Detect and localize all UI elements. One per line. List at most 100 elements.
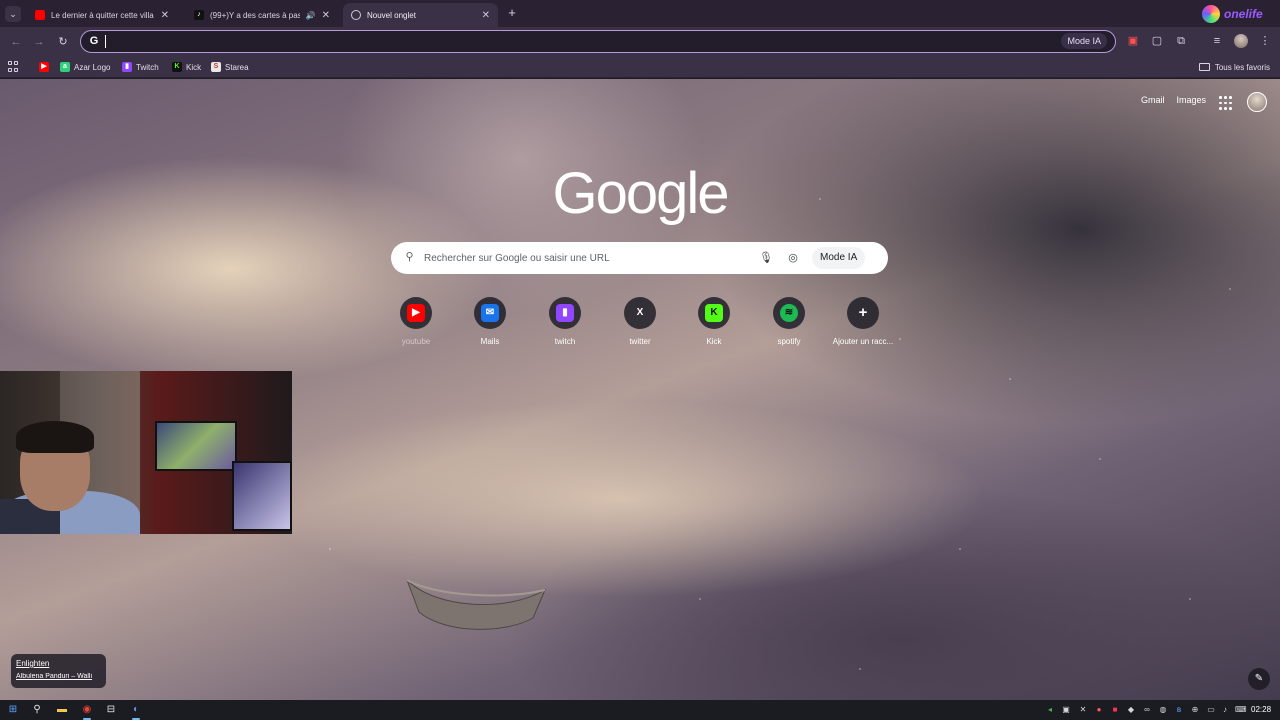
tray-gamepad-icon[interactable]: ◆	[1126, 703, 1136, 717]
tray-monitor-icon[interactable]: ▣	[1061, 703, 1071, 717]
windows-start-icon[interactable]: ⊞	[6, 703, 20, 717]
tab-title: Le dernier à quitter cette villa p	[51, 10, 155, 20]
extension-red-icon[interactable]: ▣	[1126, 34, 1140, 48]
google-logo: Google	[552, 161, 729, 226]
bookmark-label: Starea	[225, 62, 249, 72]
volume-icon[interactable]: ♪	[1220, 703, 1230, 717]
now-playing-widget[interactable]: Enlighten Albulena Panduri – Walli	[11, 654, 106, 688]
shortcut-twitch[interactable]: ▮ twitch	[528, 297, 602, 357]
google-account-avatar[interactable]	[1247, 92, 1267, 112]
taskbar-clock[interactable]: 02:28	[1251, 703, 1271, 717]
twitch-icon: ▮	[122, 62, 132, 72]
tray-display-icon[interactable]: ▭	[1206, 703, 1216, 717]
address-bar[interactable]: G Mode IA	[80, 30, 1116, 53]
bookmark-starea[interactable]: S Starea	[211, 60, 249, 74]
new-tab-button[interactable]: +	[505, 5, 519, 21]
shortcut-label: spotify	[777, 337, 801, 346]
shortcut-youtube[interactable]: ▶ youtube	[379, 297, 453, 357]
shortcut-tile: +	[847, 297, 879, 329]
tray-record-icon[interactable]: ■	[1110, 703, 1120, 717]
forward-icon[interactable]: →	[31, 34, 47, 50]
back-icon[interactable]: ←	[8, 34, 24, 50]
outlook-icon: ✉	[481, 304, 499, 322]
discord-icon[interactable]: ◐	[129, 703, 143, 720]
google-g-icon: G	[89, 35, 99, 47]
address-input[interactable]	[107, 33, 1007, 50]
tab-tiktok[interactable]: ♪ (99+)Y a des cartes à pas sa 🔊 ✕	[186, 3, 338, 27]
tray-network-icon[interactable]: ⊕	[1190, 703, 1200, 717]
google-lens-icon[interactable]: ◎	[786, 251, 800, 265]
brand-blob-icon	[1202, 5, 1220, 23]
extensions-puzzle-icon[interactable]: ⧉	[1174, 34, 1188, 48]
extension-grey-icon[interactable]: ▢	[1150, 34, 1164, 48]
close-icon[interactable]: ✕	[482, 10, 490, 21]
shortcut-tile: K	[698, 297, 730, 329]
menu-kebab-icon[interactable]: ⋮	[1258, 34, 1272, 48]
all-favorites-button[interactable]: Tous les favoris	[1198, 60, 1270, 74]
reading-list-icon[interactable]: ≡	[1210, 34, 1224, 48]
bookmark-kick[interactable]: K Kick	[172, 60, 201, 74]
tiktok-icon: ♪	[194, 10, 204, 20]
search-icon[interactable]: ⚲	[30, 703, 44, 717]
mode-ia-search-button[interactable]: Mode IA	[812, 247, 866, 269]
shortcut-label: Ajouter un racc...	[832, 337, 894, 346]
google-search-box[interactable]: ⚲ 🎙 ◎ Mode IA	[391, 242, 888, 274]
shortcut-kick[interactable]: K Kick	[677, 297, 751, 357]
close-icon[interactable]: ✕	[161, 10, 169, 21]
images-link[interactable]: Images	[1177, 95, 1207, 105]
profile-avatar[interactable]	[1234, 34, 1248, 48]
tray-tool-icon[interactable]: ✕	[1078, 703, 1088, 717]
text-caret	[105, 35, 106, 48]
webcam-overlay	[0, 371, 292, 534]
close-icon[interactable]: ✕	[322, 10, 330, 21]
starea-icon: S	[211, 62, 221, 72]
twitch-icon: ▮	[556, 304, 574, 322]
task-view-icon[interactable]: ⊟	[104, 703, 118, 717]
shortcut-mails[interactable]: ✉ Mails	[453, 297, 527, 357]
tab-youtube[interactable]: Le dernier à quitter cette villa p ✕	[27, 3, 177, 27]
x-icon: X	[636, 307, 644, 318]
bookmark-label: Kick	[186, 62, 202, 72]
bookmarks-bar: ▶ a Azar Logo ▮ Twitch K Kick S Starea T…	[0, 56, 1280, 78]
shortcut-tile: ≋	[773, 297, 805, 329]
shortcut-tile: ▮	[549, 297, 581, 329]
tab-nouvel-onglet[interactable]: Nouvel onglet ✕	[343, 3, 498, 27]
song-title[interactable]: Enlighten	[16, 659, 101, 668]
file-explorer-icon[interactable]: ▬	[55, 703, 69, 717]
shortcut-tile: ✉	[474, 297, 506, 329]
shortcut-label: Mails	[480, 337, 500, 346]
tray-mic-off-icon[interactable]: ●	[1094, 703, 1104, 717]
youtube-icon: ▶	[407, 304, 425, 322]
brand-logo: onelife	[1202, 5, 1274, 23]
microphone-icon[interactable]: 🎙	[759, 251, 773, 265]
bookmark-label: Azar Logo	[74, 62, 111, 72]
customize-pencil-icon[interactable]: ✎	[1248, 668, 1270, 690]
apps-grid-icon[interactable]	[8, 61, 19, 72]
tray-security-icon[interactable]: ◍	[1158, 703, 1168, 717]
chrome-icon[interactable]: ◉	[80, 703, 94, 720]
song-artist[interactable]: Albulena Panduri – Walli	[16, 673, 101, 680]
mode-ia-button[interactable]: Mode IA	[1061, 33, 1107, 49]
bookmark-twitch[interactable]: ▮ Twitch	[122, 60, 159, 74]
reload-icon[interactable]: ↻	[55, 34, 71, 50]
shortcut-label: twitch	[554, 337, 576, 346]
gmail-link[interactable]: Gmail	[1141, 95, 1165, 105]
bookmark-youtube[interactable]: ▶	[39, 60, 53, 74]
tray-link-icon[interactable]: ∞	[1142, 703, 1152, 717]
shortcut-add[interactable]: + Ajouter un racc...	[826, 297, 900, 357]
language-icon[interactable]: ⌨	[1235, 703, 1247, 717]
google-apps-icon[interactable]	[1219, 96, 1232, 110]
tray-app-icon[interactable]: ◂	[1045, 703, 1055, 717]
speaker-icon[interactable]: 🔊	[306, 11, 316, 20]
google-search-input[interactable]	[424, 249, 744, 267]
bookmark-azar-logo[interactable]: a Azar Logo	[60, 60, 110, 74]
webcam-monitor	[155, 421, 237, 471]
shortcut-twitter[interactable]: X twitter	[603, 297, 677, 357]
boat-illustration	[406, 579, 547, 630]
shortcut-spotify[interactable]: ≋ spotify	[752, 297, 826, 357]
webcam-person-hair	[16, 421, 94, 453]
kick-icon: K	[705, 304, 723, 322]
bluetooth-icon[interactable]: ʙ	[1174, 703, 1184, 717]
webcam-monitor	[232, 461, 292, 531]
tab-search-icon[interactable]: ⌄	[5, 6, 21, 22]
